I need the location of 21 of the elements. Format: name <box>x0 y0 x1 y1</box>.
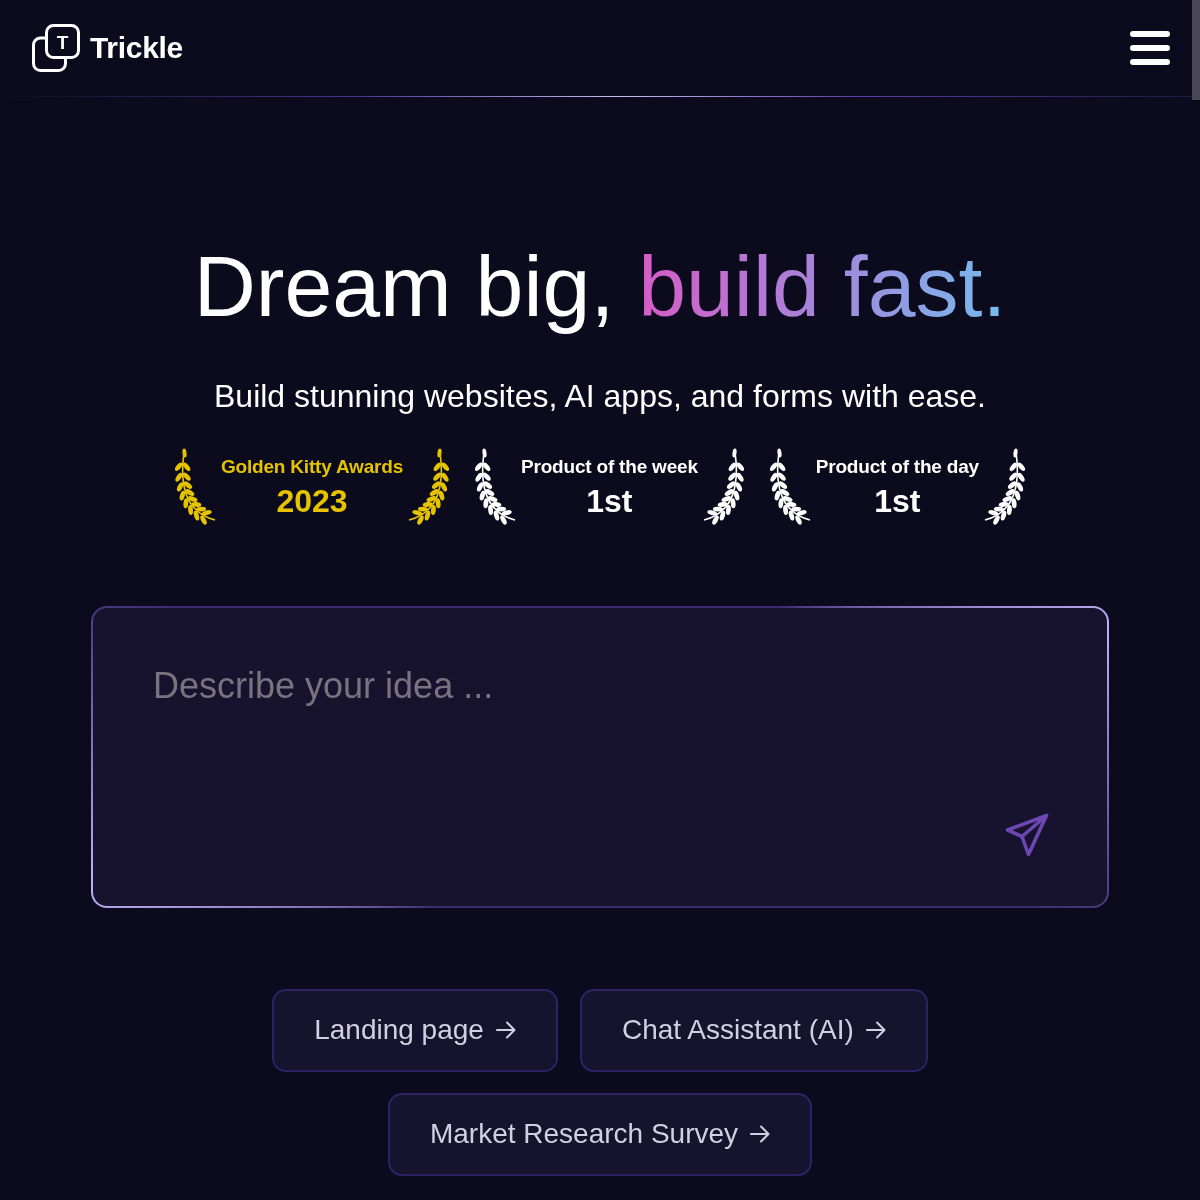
arrow-right-icon <box>865 1021 886 1040</box>
template-chip[interactable]: Chat Assistant (AI) <box>579 989 928 1072</box>
arrow-right-icon <box>750 1125 771 1144</box>
send-button[interactable] <box>1005 813 1049 857</box>
award-rank: 1st <box>586 485 633 517</box>
award-title: Golden Kitty Awards <box>221 457 404 476</box>
award-rank: 1st <box>874 485 921 517</box>
menu-button[interactable] <box>1130 30 1170 66</box>
scrollbar-thumb[interactable] <box>1192 0 1200 100</box>
send-icon <box>1005 813 1049 857</box>
award-rank: 2023 <box>276 485 348 517</box>
arrow-right-icon <box>495 1021 516 1040</box>
template-chip[interactable]: Market Research Survey <box>387 1093 813 1176</box>
menu-icon <box>1130 30 1170 66</box>
template-chip[interactable]: Landing page <box>272 989 558 1072</box>
hero-subtitle: Build stunning websites, AI apps, and forms with ease. <box>214 378 986 415</box>
hero-title: Dream big, build fast. <box>193 237 1007 336</box>
idea-input-field[interactable]: Describe your idea ... <box>91 606 1109 908</box>
award-title: Product of the day <box>815 457 979 476</box>
brand-name[interactable]: Trickle <box>90 33 183 63</box>
award-title: Product of the week <box>521 457 698 476</box>
